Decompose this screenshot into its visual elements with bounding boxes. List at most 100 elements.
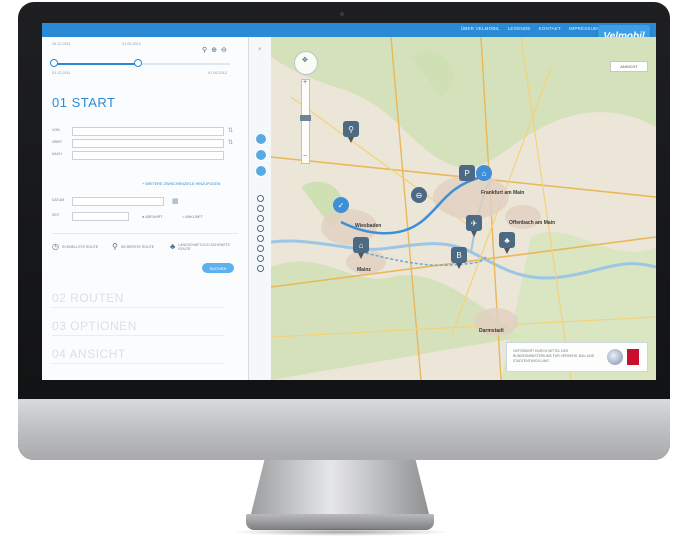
ministry-logo-icon	[607, 349, 623, 365]
zoom-in-tool-icon[interactable]: ⊕	[211, 46, 217, 54]
city-label-darmstadt: Darmstadt	[479, 328, 504, 334]
add-waypoints-link[interactable]: + WEITERE ZWISCHENZIELE HINZUFÜGEN	[142, 182, 220, 186]
rail-pin-icon[interactable]	[255, 149, 267, 161]
arrive-radio[interactable]: ○ ANKUNFT	[182, 215, 203, 219]
rail-pin-icon[interactable]	[255, 133, 267, 145]
city-label-frankfurt: Frankfurt am Main	[481, 190, 525, 196]
zoom-in-icon[interactable]: +	[303, 79, 307, 86]
destination-marker-icon[interactable]: ⌂	[476, 165, 492, 181]
search-tool-icon[interactable]: ⚲	[202, 46, 207, 54]
step-divider	[52, 307, 224, 308]
calendar-icon[interactable]: ▦	[172, 197, 179, 205]
swap-icon[interactable]: ⇅	[228, 139, 233, 146]
start-heading: 01 START	[52, 95, 116, 110]
timeline-start-handle[interactable]	[50, 59, 58, 67]
clock-icon: ◷	[52, 242, 59, 251]
separator	[52, 233, 238, 234]
zoom-slider[interactable]	[301, 79, 310, 164]
poi-airport-marker-icon[interactable]: ✈	[466, 215, 482, 231]
rail-dot-icon[interactable]	[257, 205, 264, 212]
timeline-top-left: 19.12.2011	[52, 42, 71, 46]
pan-arrows-icon[interactable]: ✥	[302, 56, 308, 64]
state-crest-icon	[627, 349, 639, 365]
mode-fastest-label: SCHNELLSTE ROUTE	[61, 244, 99, 249]
top-nav: ÜBER VELMOBIL LEGENDE KONTAKT IMPRESSUM	[461, 26, 598, 31]
rail-dot-icon[interactable]	[257, 265, 264, 272]
poi-info-marker-icon[interactable]: P	[459, 165, 475, 181]
nav-item-legend[interactable]: LEGENDE	[508, 26, 531, 31]
bike-icon: ⚲	[112, 242, 118, 251]
city-label-mainz: Mainz	[357, 267, 371, 273]
funding-credit: GEFÖRDERT DURCH MITTEL DES BUNDESMINISTE…	[506, 342, 648, 372]
timeline-bottom-left: 01.12.2011	[52, 71, 71, 75]
mode-scenic[interactable]: ♣ LANDSCHAFTLICH SCHÖNSTE ROUTE	[170, 242, 240, 251]
close-panel-icon[interactable]: ×	[258, 47, 262, 53]
swap-icon[interactable]: ⇅	[228, 127, 233, 134]
zoom-out-tool-icon[interactable]: ⊖	[221, 46, 227, 54]
side-rail: ×	[249, 37, 271, 380]
camera-dot	[340, 12, 344, 16]
left-panel: 19.12.2011 31.05.2012 ⚲ ⊕ ⊖ 01.12.2011 0…	[42, 37, 248, 380]
step-options[interactable]: 03 OPTIONEN	[52, 319, 137, 333]
nav-item-about[interactable]: ÜBER VELMOBIL	[461, 26, 500, 31]
map-view[interactable]: Wiesbaden Frankfurt am Main Offenbach am…	[271, 37, 656, 380]
nav-item-contact[interactable]: KONTAKT	[539, 26, 561, 31]
city-label-offenbach: Offenbach am Main	[509, 220, 556, 226]
depart-label: ABFAHRT	[145, 215, 163, 219]
to-input[interactable]	[72, 151, 224, 160]
rail-dot-icon[interactable]	[257, 215, 264, 222]
via-label: ÜBER	[52, 140, 62, 144]
poi-bus-marker-icon[interactable]: B	[451, 247, 467, 263]
rail-dot-icon[interactable]	[257, 245, 264, 252]
rail-dot-icon[interactable]	[257, 255, 264, 262]
mode-safest[interactable]: ⚲ SICHERSTE ROUTE	[112, 242, 154, 251]
rail-dot-icon[interactable]	[257, 195, 264, 202]
timeline-tools: ⚲ ⊕ ⊖	[202, 46, 227, 54]
zoom-handle[interactable]	[300, 115, 311, 121]
arrive-label: ANKUNFT	[185, 215, 204, 219]
from-input[interactable]	[72, 127, 224, 136]
marker-tip	[456, 263, 462, 269]
step-divider	[52, 363, 224, 364]
date-input[interactable]	[72, 197, 164, 206]
step-view[interactable]: 04 ANSICHT	[52, 347, 126, 361]
rail-pin-icon[interactable]	[255, 165, 267, 177]
step-divider	[52, 335, 224, 336]
timeline-bottom-right: 01.06.2012	[208, 71, 228, 75]
monitor-chin	[18, 399, 670, 460]
marker-tip	[504, 248, 510, 254]
time-label: ZEIT	[52, 213, 60, 217]
top-bar: ÜBER VELMOBIL LEGENDE KONTAKT IMPRESSUM	[42, 23, 656, 37]
stand-shadow	[230, 528, 452, 536]
funding-credit-text: GEFÖRDERT DURCH MITTEL DES BUNDESMINISTE…	[513, 349, 595, 363]
tree-icon: ♣	[170, 242, 176, 251]
mode-safest-label: SICHERSTE ROUTE	[120, 244, 155, 249]
rail-dot-icon[interactable]	[257, 225, 264, 232]
timeline-end-handle[interactable]	[134, 59, 143, 67]
map-canvas	[271, 37, 656, 380]
monitor-stand-neck	[250, 460, 430, 518]
from-label: VON	[52, 128, 60, 132]
time-input[interactable]	[72, 212, 129, 221]
date-label: DATUM	[52, 198, 65, 202]
search-button[interactable]: SUCHEN	[202, 263, 234, 273]
poi-parking-marker-icon[interactable]: ⊖	[411, 187, 427, 203]
view-button[interactable]: ANSICHT	[610, 61, 648, 72]
mode-fastest[interactable]: ◷ SCHNELLSTE ROUTE	[52, 242, 98, 251]
marker-tip	[348, 137, 354, 143]
poi-museum-marker-icon[interactable]: ⌂	[353, 237, 369, 253]
screen: ÜBER VELMOBIL LEGENDE KONTAKT IMPRESSUM …	[42, 23, 656, 380]
timeline-top-right: 31.05.2012	[122, 42, 142, 46]
marker-tip	[358, 253, 364, 259]
start-marker-icon[interactable]: ✓	[333, 197, 349, 213]
city-label-wiesbaden: Wiesbaden	[355, 223, 382, 229]
nav-item-imprint[interactable]: IMPRESSUM	[569, 26, 598, 31]
rail-dot-icon[interactable]	[257, 235, 264, 242]
zoom-out-icon[interactable]: −	[303, 153, 307, 160]
via-input[interactable]	[72, 139, 224, 148]
poi-tree-marker-icon[interactable]: ♣	[499, 232, 515, 248]
depart-radio[interactable]: ● ABFAHRT	[142, 215, 163, 219]
step-routes[interactable]: 02 ROUTEN	[52, 291, 124, 305]
poi-bike-marker-icon[interactable]: ⚲	[343, 121, 359, 137]
marker-tip	[471, 231, 477, 237]
